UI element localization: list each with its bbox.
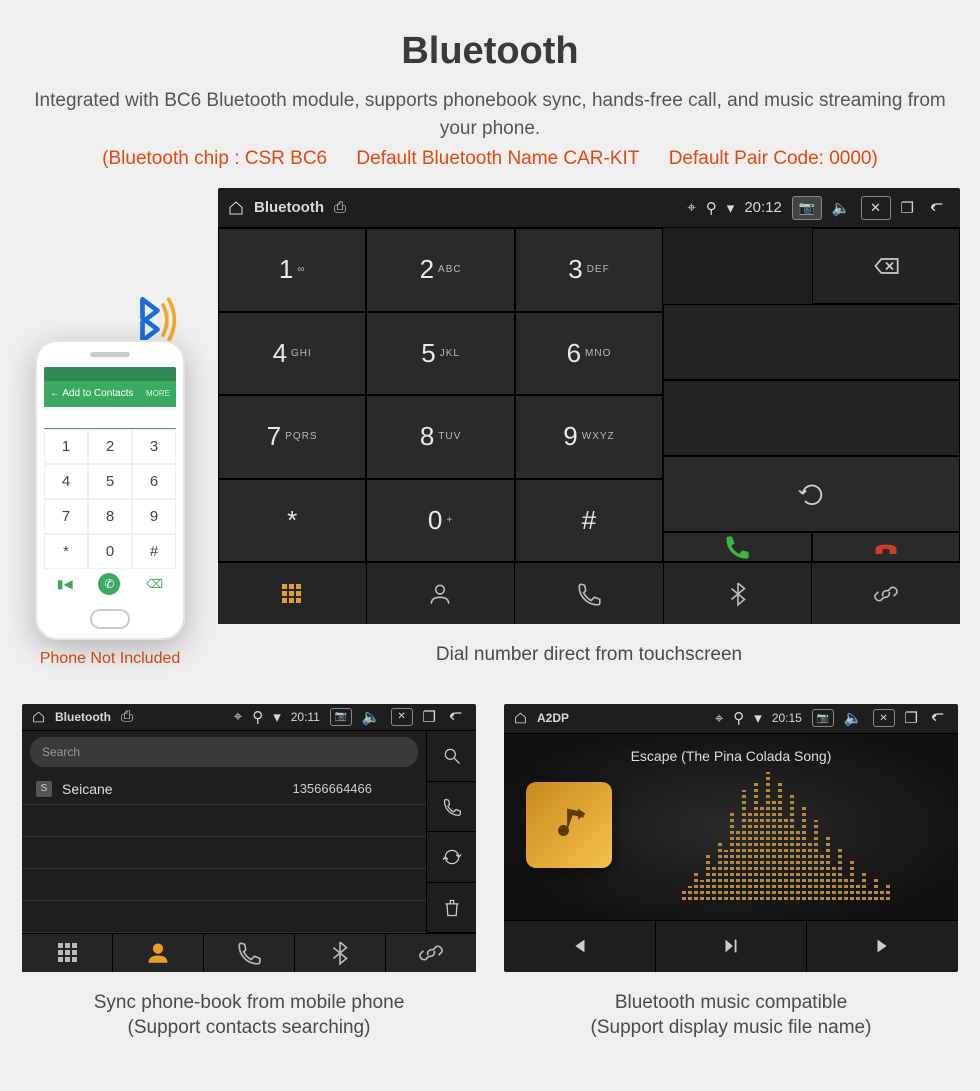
call-button[interactable]: [663, 532, 811, 562]
delete-contact-button[interactable]: [426, 883, 476, 934]
play-pause-button[interactable]: [656, 921, 808, 972]
dial-contact-button[interactable]: [426, 782, 476, 833]
phone-illustration: ← Add to Contacts MORE 123456789*0# ▮◀ ✆…: [20, 290, 200, 668]
backspace-button[interactable]: [812, 228, 960, 304]
tab-bluetooth[interactable]: [664, 563, 813, 624]
recents-icon[interactable]: ❐: [905, 709, 918, 727]
sync-button[interactable]: [426, 832, 476, 883]
location-icon: ⚲: [706, 199, 717, 217]
status-title: Bluetooth: [254, 199, 324, 216]
usb-icon: ⎙: [334, 199, 346, 216]
page-subtitle: Integrated with BC6 Bluetooth module, su…: [0, 87, 980, 142]
home-icon[interactable]: [32, 709, 45, 725]
spec-name: Default Bluetooth Name CAR-KIT: [356, 148, 639, 169]
clock: 20:12: [744, 199, 782, 216]
location-icon: ⚲: [733, 709, 744, 727]
a2dp-caption: Bluetooth music compatible(Support displ…: [591, 990, 872, 1041]
spec-code: Default Pair Code: 0000): [669, 148, 878, 169]
screenshot-icon[interactable]: 📷: [330, 708, 352, 726]
spec-chip: (Bluetooth chip : CSR BC6: [102, 148, 327, 169]
dial-key-6[interactable]: 6MNO: [515, 312, 663, 396]
tab-dialpad[interactable]: [22, 934, 113, 971]
tab-contacts[interactable]: [367, 563, 516, 624]
dial-key-8[interactable]: 8TUV: [366, 395, 514, 479]
headunit-phonebook: Bluetooth ⎙ ⌖ ⚲ ▾ 20:11 📷 🔈 ✕ ❐ Search S: [22, 704, 476, 972]
redial-button[interactable]: [663, 456, 960, 532]
tab-contacts[interactable]: [113, 934, 204, 971]
dial-key-5[interactable]: 5JKL: [366, 312, 514, 396]
prev-button[interactable]: [504, 921, 656, 972]
next-button[interactable]: [807, 921, 958, 972]
clock: 20:15: [772, 711, 802, 725]
status-bar: Bluetooth ⎙ ⌖ ⚲ ▾ 20:12 📷 🔈 ✕ ❐: [218, 188, 960, 228]
bluetooth-icon: ⌖: [687, 199, 695, 216]
wifi-icon: ▾: [727, 199, 735, 217]
dial-key-#[interactable]: #: [515, 479, 663, 563]
volume-icon[interactable]: 🔈: [844, 709, 863, 727]
close-icon[interactable]: ✕: [873, 709, 895, 727]
search-input[interactable]: Search: [30, 737, 418, 767]
spec-line: (Bluetooth chip : CSR BC6 Default Blueto…: [0, 148, 980, 170]
status-title: A2DP: [537, 711, 569, 725]
search-button[interactable]: [426, 731, 476, 782]
headunit-dialpad: Bluetooth ⎙ ⌖ ⚲ ▾ 20:12 📷 🔈 ✕ ❐ 1∞2ABC3D…: [218, 188, 960, 624]
recents-icon[interactable]: ❐: [423, 708, 436, 726]
contact-row[interactable]: S Seicane 13566664466: [22, 773, 426, 805]
tab-call-log[interactable]: [515, 563, 664, 624]
dial-key-1[interactable]: 1∞: [218, 228, 366, 312]
contact-name: Seicane: [62, 781, 113, 797]
tab-bluetooth[interactable]: [295, 934, 386, 971]
dial-key-4[interactable]: 4GHI: [218, 312, 366, 396]
screenshot-icon[interactable]: 📷: [792, 196, 822, 220]
home-icon[interactable]: [514, 710, 527, 726]
status-title: Bluetooth: [55, 710, 111, 724]
dial-key-3[interactable]: 3DEF: [515, 228, 663, 312]
phone-caption: Phone Not Included: [40, 650, 181, 668]
home-icon[interactable]: [228, 200, 244, 216]
tab-dialpad[interactable]: [218, 563, 367, 624]
track-title: Escape (The Pina Colada Song): [504, 748, 958, 764]
back-icon[interactable]: [928, 710, 948, 726]
phonebook-caption: Sync phone-book from mobile phone(Suppor…: [94, 990, 405, 1041]
screenshot-icon[interactable]: 📷: [812, 709, 834, 727]
volume-icon[interactable]: 🔈: [362, 708, 381, 726]
dial-key-0[interactable]: 0+: [366, 479, 514, 563]
dial-key-*[interactable]: *: [218, 479, 366, 563]
bluetooth-icon: ⌖: [234, 708, 242, 725]
bluetooth-icon: ⌖: [715, 710, 723, 727]
back-icon[interactable]: [924, 200, 950, 216]
wifi-icon: ▾: [273, 708, 281, 726]
album-art: [526, 782, 612, 868]
tab-pair[interactable]: [386, 934, 476, 971]
tab-call-log[interactable]: [204, 934, 295, 971]
dialpad-caption: Dial number direct from touchscreen: [436, 642, 742, 668]
dial-key-7[interactable]: 7PQRS: [218, 395, 366, 479]
volume-icon[interactable]: 🔈: [832, 199, 851, 217]
usb-icon: ⎙: [121, 708, 133, 725]
hangup-button[interactable]: [812, 532, 960, 562]
location-icon: ⚲: [252, 708, 263, 726]
headunit-a2dp: A2DP ⌖ ⚲ ▾ 20:15 📷 🔈 ✕ ❐ Escape (The Pin…: [504, 704, 958, 972]
clock: 20:11: [291, 710, 320, 724]
recents-icon[interactable]: ❐: [901, 199, 914, 217]
contact-badge: S: [36, 781, 52, 797]
back-icon[interactable]: [446, 709, 466, 725]
dial-display: [663, 304, 960, 380]
contact-number: 13566664466: [292, 781, 372, 796]
dial-key-2[interactable]: 2ABC: [366, 228, 514, 312]
equalizer: [634, 784, 938, 900]
close-icon[interactable]: ✕: [861, 196, 891, 220]
page-title: Bluetooth: [0, 30, 980, 73]
close-icon[interactable]: ✕: [391, 708, 413, 726]
wifi-icon: ▾: [754, 709, 762, 727]
dial-key-9[interactable]: 9WXYZ: [515, 395, 663, 479]
tab-pair[interactable]: [812, 563, 960, 624]
